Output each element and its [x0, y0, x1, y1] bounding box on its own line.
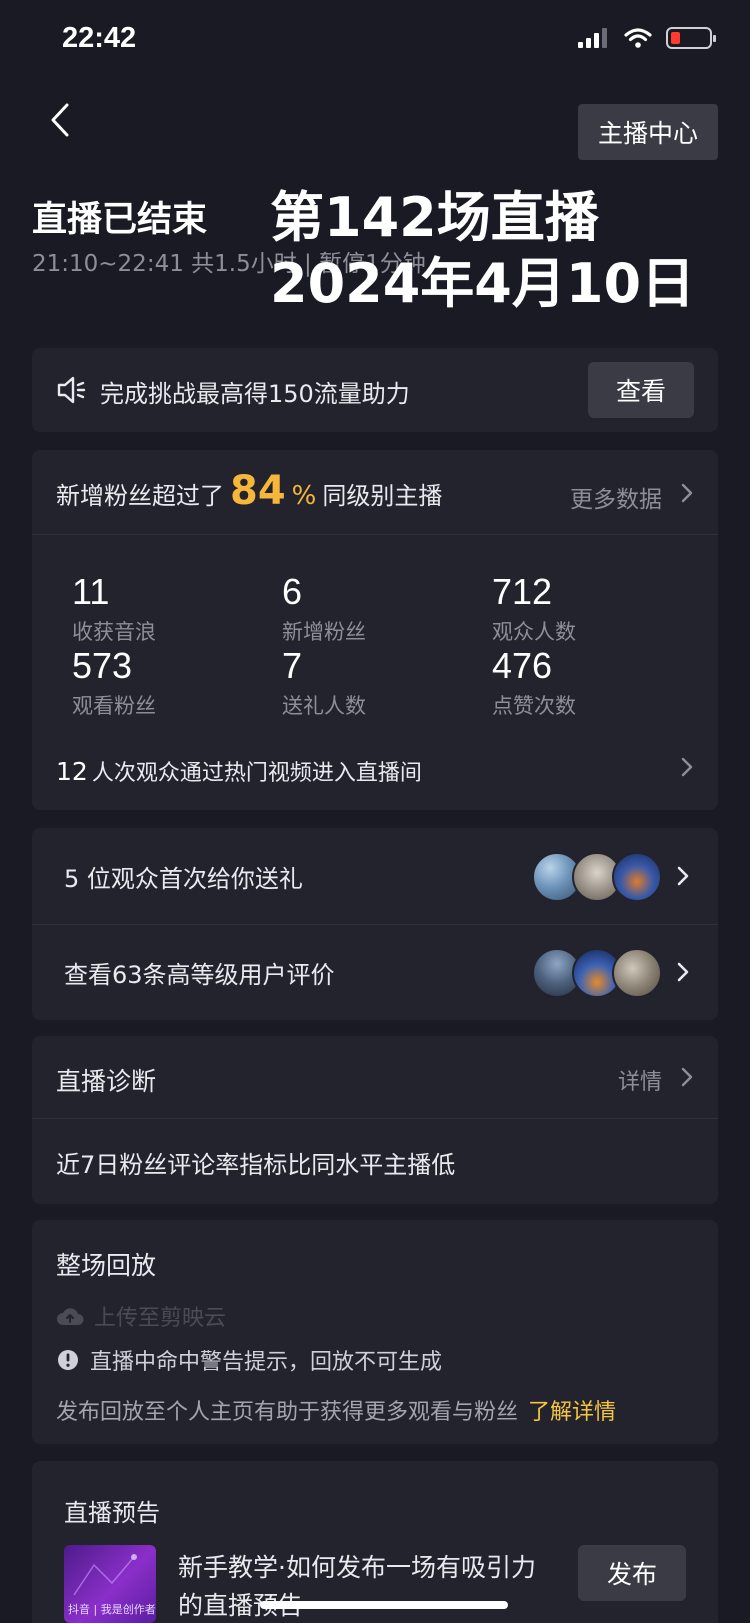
chevron-right-icon[interactable] — [680, 482, 694, 504]
stat-value: 7 — [282, 645, 303, 686]
live-preview-card: 直播预告 抖音 | 我是创作者学院 新手教学·如何发布一场有吸引力的直播预告 发… — [32, 1461, 718, 1623]
publish-hint-text: 发布回放至个人主页有助于获得更多观看与粉丝 — [56, 1400, 519, 1425]
stat-gift-senders: 7 送礼人数 — [282, 648, 482, 720]
stat-value: 712 — [492, 571, 553, 612]
diagnosis-detail-link[interactable]: 详情 — [618, 1064, 662, 1096]
publish-replay-hint: 发布回放至个人主页有助于获得更多观看与粉丝 了解详情 — [56, 1394, 616, 1426]
reviews-text: 查看63条高等级用户评价 — [64, 961, 335, 989]
publish-preview-button[interactable]: 发布 — [578, 1545, 686, 1601]
stat-label: 观众人数 — [492, 620, 576, 644]
chevron-right-icon — [677, 962, 689, 982]
first-gift-text: 5 位观众首次给你送礼 — [64, 865, 303, 893]
warning-text: 直播中命中警告提示，回放不可生成 — [90, 1350, 443, 1375]
more-data-link[interactable]: 更多数据 — [570, 480, 662, 514]
learn-more-link[interactable]: 了解详情 — [528, 1400, 616, 1425]
avatar-group — [532, 948, 662, 998]
chevron-right-icon[interactable] — [680, 756, 694, 778]
live-ended-title: 直播已结束 — [32, 200, 208, 240]
warning-icon — [58, 1350, 78, 1370]
stat-viewers: 712 观众人数 — [492, 574, 692, 646]
thumbnail-label: 抖音 | 我是创作者学院 — [68, 1603, 156, 1616]
battery-icon — [666, 27, 716, 49]
wifi-icon — [624, 28, 652, 48]
stat-fan-viewers: 573 观看粉丝 — [72, 648, 272, 720]
signal-icon — [578, 28, 607, 48]
challenge-card: 完成挑战最高得150流量助力 查看 — [32, 348, 718, 432]
headline-prefix: 新增粉丝超过了 — [56, 482, 224, 510]
preview-thumbnail[interactable]: 抖音 | 我是创作者学院 — [64, 1545, 156, 1623]
replay-card: 整场回放 上传至剪映云 直播中命中警告提示，回放不可生成 发布回放至个人主页有助… — [32, 1220, 718, 1444]
preview-tutorial-text[interactable]: 新手教学·如何发布一场有吸引力的直播预告 — [178, 1549, 548, 1623]
headline-percent: 84 — [230, 468, 286, 514]
diagnosis-card: 直播诊断 详情 近7日粉丝评论率指标比同水平主播低 — [32, 1036, 718, 1204]
overlay-session-date: 2024年4月10日 — [270, 252, 696, 315]
status-time: 22:42 — [62, 22, 137, 54]
stat-gifts-received: 11 收获音浪 — [72, 574, 272, 646]
chevron-right-icon — [677, 866, 689, 886]
high-level-reviews-row[interactable]: 查看63条高等级用户评价 — [32, 924, 718, 1020]
avatar — [612, 948, 662, 998]
upload-cloud-button[interactable]: 上传至剪映云 — [56, 1300, 226, 1332]
upload-label: 上传至剪映云 — [94, 1306, 227, 1331]
speaker-icon — [57, 376, 86, 404]
divider — [32, 534, 718, 535]
hot-video-count: 12 — [56, 757, 88, 786]
stat-value: 573 — [72, 645, 133, 686]
stat-value: 11 — [72, 571, 110, 612]
stat-likes: 476 点赞次数 — [492, 648, 692, 720]
stat-label: 点赞次数 — [492, 694, 576, 718]
stat-label: 收获音浪 — [72, 620, 156, 644]
challenge-text: 完成挑战最高得150流量助力 — [100, 380, 410, 408]
back-button[interactable] — [38, 98, 82, 142]
avatar-group — [532, 852, 662, 902]
stat-label: 新增粉丝 — [282, 620, 366, 644]
host-center-button[interactable]: 主播中心 — [578, 104, 718, 160]
overlay-session-title: 第142场直播 — [270, 186, 599, 249]
divider — [32, 1118, 718, 1119]
cloud-upload-icon — [57, 1308, 84, 1325]
diagnosis-title: 直播诊断 — [56, 1067, 157, 1096]
hot-video-entry-row[interactable]: 12 人次观众通过热门视频进入直播间 — [56, 755, 422, 787]
gift-review-card: 5 位观众首次给你送礼 查看63条高等级用户评价 — [32, 828, 718, 1020]
thumbnail-graphic — [73, 1554, 137, 1596]
first-gift-row[interactable]: 5 位观众首次给你送礼 — [32, 828, 718, 924]
avatar — [612, 852, 662, 902]
replay-warning: 直播中命中警告提示，回放不可生成 — [56, 1344, 442, 1376]
fan-growth-headline: 新增粉丝超过了 84 % 同级别主播 — [56, 468, 442, 514]
chevron-left-icon — [51, 103, 69, 137]
headline-percent-sign: % — [291, 481, 317, 511]
stat-label: 送礼人数 — [282, 694, 366, 718]
stat-new-fans: 6 新增粉丝 — [282, 574, 482, 646]
stat-value: 476 — [492, 645, 553, 686]
view-challenge-button[interactable]: 查看 — [588, 362, 694, 418]
preview-title: 直播预告 — [64, 1499, 160, 1527]
stats-card: 新增粉丝超过了 84 % 同级别主播 更多数据 11 收获音浪 6 新增粉丝 7… — [32, 450, 718, 810]
chevron-right-icon[interactable] — [680, 1066, 694, 1088]
replay-title: 整场回放 — [56, 1251, 157, 1280]
hot-video-text: 人次观众通过热门视频进入直播间 — [91, 761, 422, 786]
status-icons — [578, 27, 716, 49]
headline-suffix: 同级别主播 — [322, 482, 443, 510]
stat-label: 观看粉丝 — [72, 694, 156, 718]
stat-value: 6 — [282, 571, 303, 612]
status-bar: 22:42 — [0, 0, 750, 80]
diagnosis-text: 近7日粉丝评论率指标比同水平主播低 — [56, 1151, 456, 1179]
home-indicator[interactable] — [260, 1601, 508, 1609]
